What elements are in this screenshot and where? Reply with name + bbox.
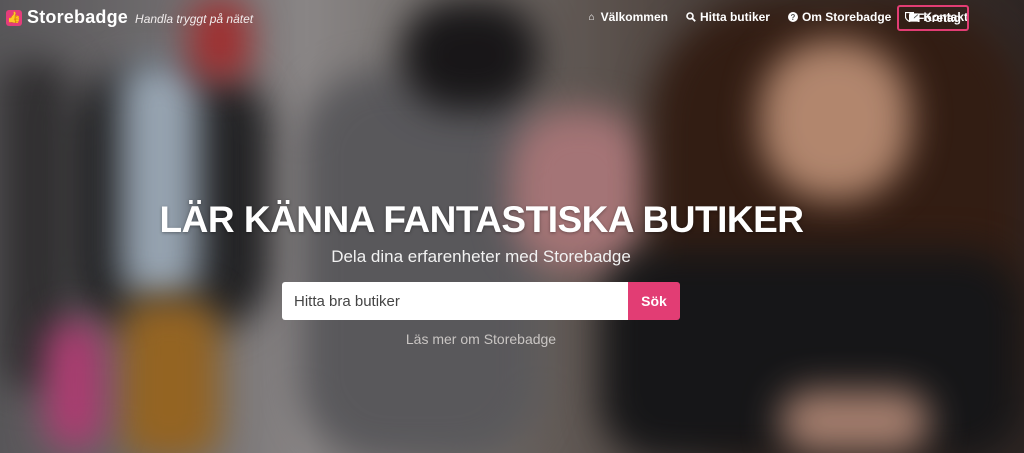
read-more-link[interactable]: Läs mer om Storebadge — [0, 331, 962, 347]
brand-name[interactable]: Storebadge — [27, 7, 128, 28]
navbar: 👍 Storebadge Handla tryggt på nätet ⌂ Vä… — [0, 0, 1024, 36]
nav-item-label: Hitta butiker — [699, 10, 770, 24]
nav-item-om-storebadge[interactable]: ? Om Storebadge — [787, 10, 892, 24]
nav-item-valkommen[interactable]: ⌂ Välkommen — [587, 10, 668, 24]
company-button-label: Företag — [916, 11, 961, 25]
svg-text:?: ? — [791, 13, 796, 22]
thumbs-up-logo-icon: 👍 — [6, 9, 22, 26]
brand[interactable]: 👍 Storebadge Handla tryggt på nätet — [6, 7, 253, 28]
home-icon: ⌂ — [588, 11, 595, 23]
hero-title: LÄR KÄNNA FANTASTISKA BUTIKER — [159, 199, 804, 240]
search-icon — [686, 12, 696, 22]
brand-tagline: Handla tryggt på nätet — [135, 11, 254, 26]
store-search-input[interactable] — [282, 282, 628, 320]
store-search-form: Sök — [282, 282, 680, 320]
company-button[interactable]: Företag — [897, 5, 969, 31]
nav-item-hitta-butiker[interactable]: Hitta butiker — [686, 10, 770, 24]
nav-item-label: Välkommen — [600, 10, 668, 24]
shield-icon — [904, 11, 915, 25]
nav-item-label: Om Storebadge — [801, 10, 892, 24]
hero-subtitle: Dela dina erfarenheter med Storebadge — [331, 247, 631, 266]
question-icon: ? — [787, 12, 798, 22]
search-button[interactable]: Sök — [628, 282, 680, 320]
